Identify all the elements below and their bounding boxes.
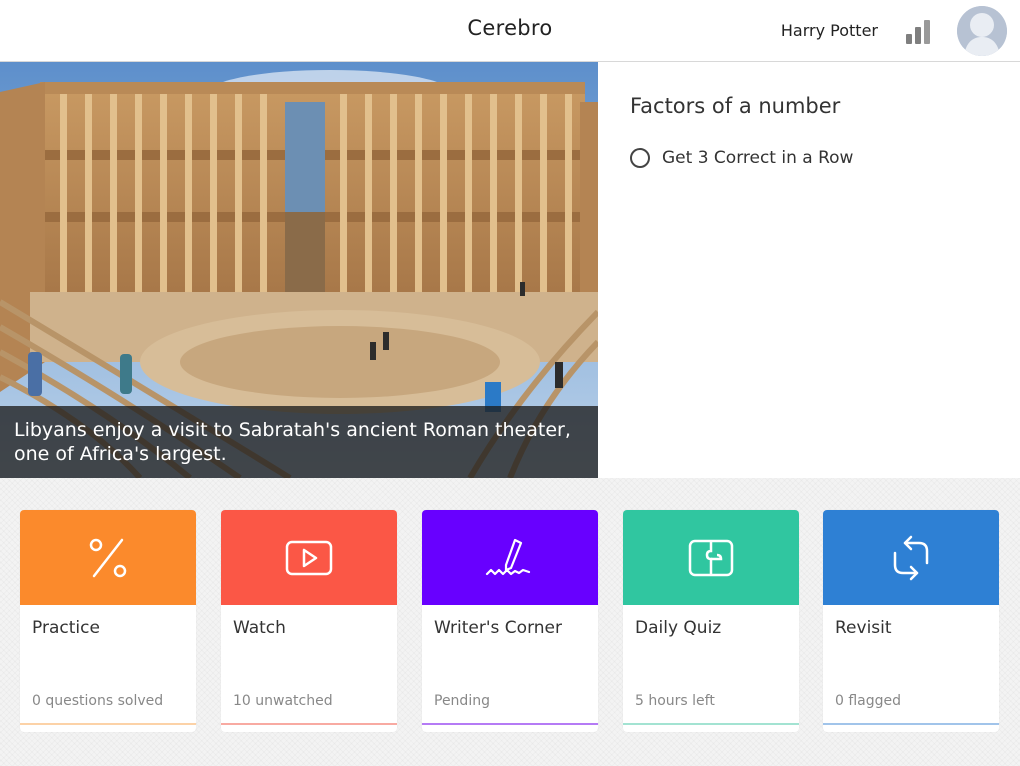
topic-title: Factors of a number [630,94,841,118]
topic-panel: Factors of a number Get 3 Correct in a R… [598,62,1020,478]
practice-card[interactable]: Practice 0 questions solved [20,510,196,732]
daily-quiz-card-header [623,510,799,605]
card-subtitle: 5 hours left [635,693,715,709]
top-bar: Cerebro Harry Potter [0,0,1020,62]
daily-quiz-card[interactable]: Daily Quiz 5 hours left [623,510,799,732]
practice-card-header [20,510,196,605]
pen-icon [485,538,531,575]
card-accent-line [221,723,397,725]
refresh-icon [893,535,929,580]
revisit-card-header [823,510,999,605]
percent-icon [89,538,127,577]
card-title: Watch [233,618,286,638]
writers-corner-card[interactable]: Writer's Corner Pending [422,510,598,732]
goal-item[interactable]: Get 3 Correct in a Row [630,148,853,168]
hero-caption: Libyans enjoy a visit to Sabratah's anci… [0,406,598,478]
puzzle-icon [688,539,734,576]
card-accent-line [20,723,196,725]
card-subtitle: 10 unwatched [233,693,333,709]
avatar[interactable] [957,6,1007,56]
card-title: Writer's Corner [434,618,562,638]
activity-cards: Practice 0 questions solved Watch 10 unw… [0,478,1020,766]
card-subtitle: 0 questions solved [32,693,164,709]
revisit-card[interactable]: Revisit 0 flagged [823,510,999,732]
card-subtitle: 0 flagged [835,693,902,709]
card-accent-line [823,723,999,725]
writers-corner-card-header [422,510,598,605]
card-title: Practice [32,618,100,638]
play-icon [285,540,333,575]
hero-image: Libyans enjoy a visit to Sabratah's anci… [0,62,598,478]
card-title: Daily Quiz [635,618,722,638]
card-title: Revisit [835,618,892,638]
bar-chart-icon[interactable] [904,18,932,44]
goal-label: Get 3 Correct in a Row [662,148,854,168]
watch-card-header [221,510,397,605]
watch-card[interactable]: Watch 10 unwatched [221,510,397,732]
card-accent-line [623,723,799,725]
radio-circle-icon[interactable] [630,148,650,168]
card-accent-line [422,723,598,725]
user-name[interactable]: Harry Potter [781,21,878,40]
card-subtitle: Pending [434,693,490,709]
